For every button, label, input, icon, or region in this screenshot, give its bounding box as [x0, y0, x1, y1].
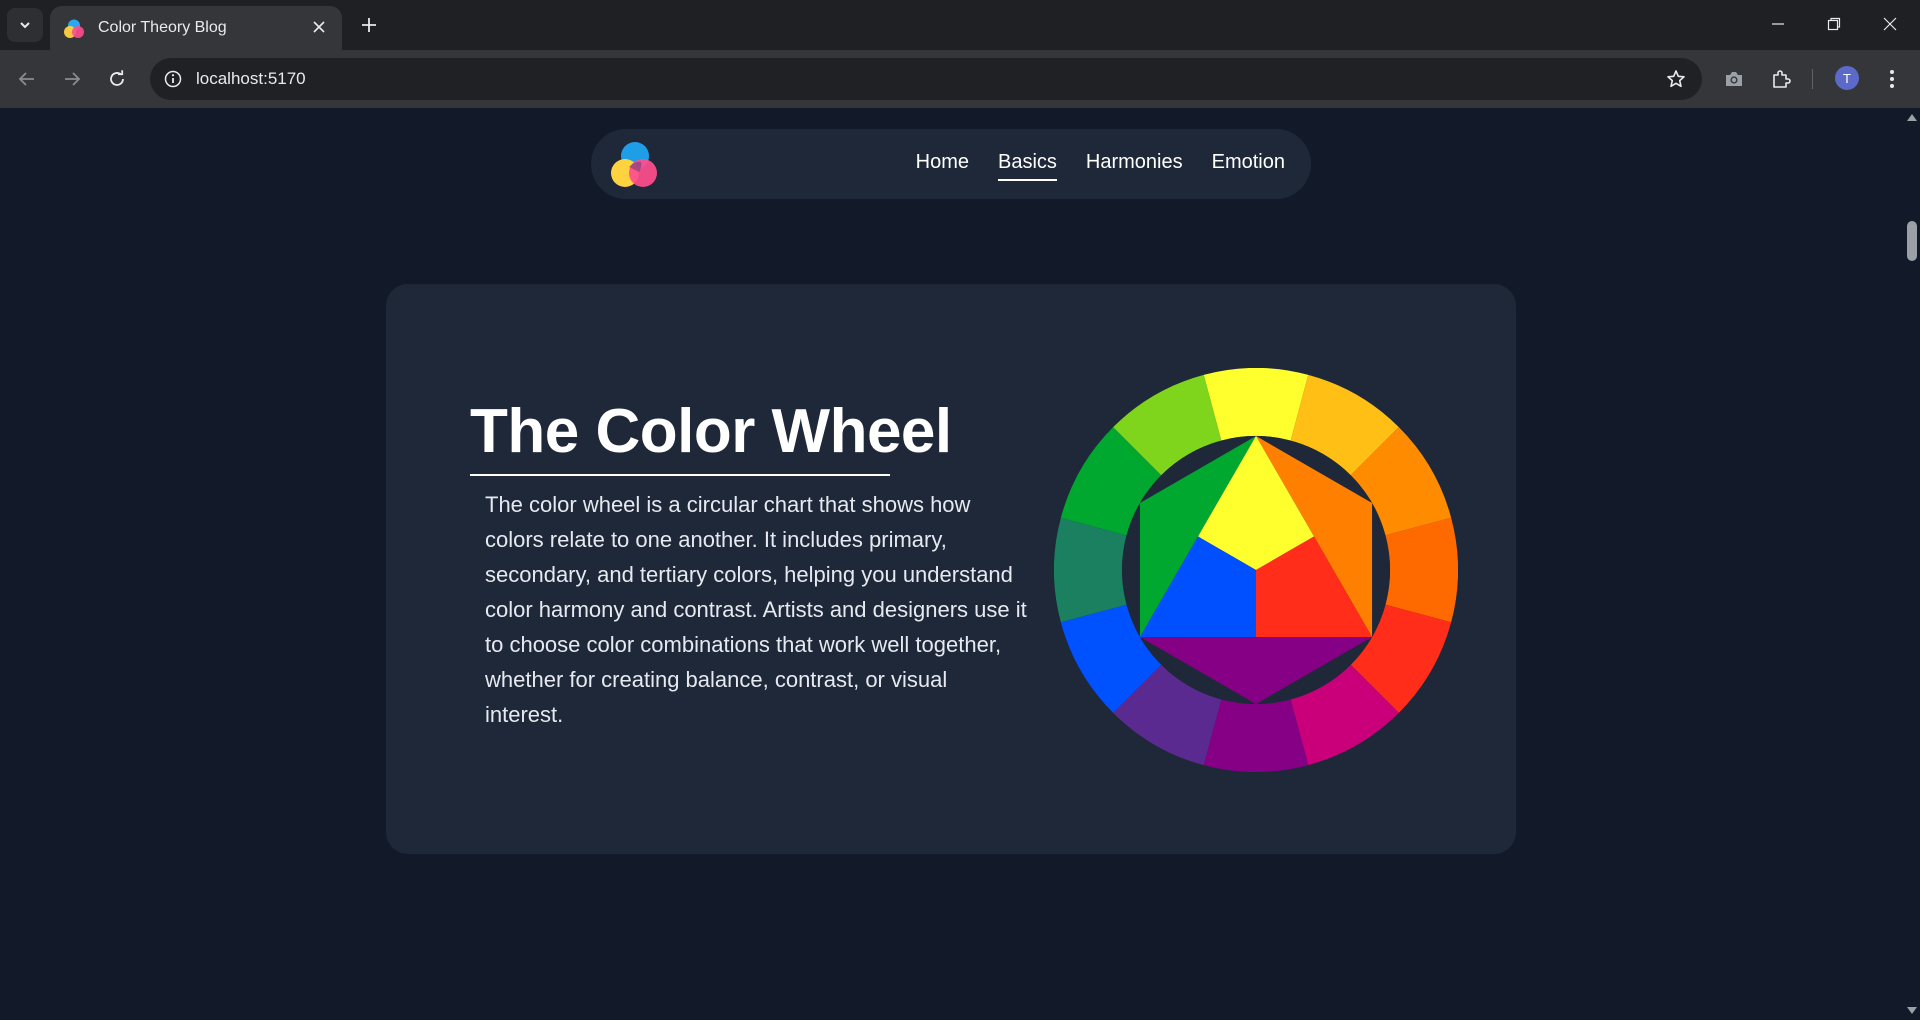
arrow-left-icon [18, 72, 34, 86]
title-underline [470, 474, 890, 476]
nav-emotion[interactable]: Emotion [1212, 151, 1285, 181]
intro-paragraph: The color wheel is a circular chart that… [485, 492, 1027, 727]
nav-home[interactable]: Home [916, 151, 969, 181]
tab-title: Color Theory Blog [98, 19, 227, 36]
chevron-down-icon [20, 22, 30, 29]
restore-button[interactable] [1806, 6, 1862, 42]
minimize-icon [1772, 23, 1784, 25]
arrow-right-icon [65, 72, 81, 86]
browser-toolbar: localhost:5170 [0, 50, 1920, 108]
close-window-button[interactable] [1862, 6, 1918, 42]
screenshot-camera-icon[interactable] [1720, 65, 1748, 93]
ring-segment [1385, 517, 1458, 623]
forward-button[interactable] [54, 61, 90, 97]
profile-avatar[interactable]: T [1835, 66, 1859, 90]
browser-tab[interactable]: Color Theory Blog [50, 6, 342, 50]
plus-icon [362, 18, 376, 32]
ring-segment [1203, 699, 1309, 772]
nav-harmonies[interactable]: Harmonies [1086, 151, 1183, 181]
browser-tab-strip: Color Theory Blog [0, 0, 1920, 50]
reload-icon [110, 70, 124, 86]
more-menu-icon[interactable] [1878, 65, 1906, 93]
reload-button[interactable] [99, 61, 135, 97]
address-bar[interactable]: localhost:5170 [150, 58, 1702, 100]
ring-segment [1203, 368, 1309, 441]
toolbar-divider [1812, 69, 1813, 89]
extensions-puzzle-icon[interactable] [1767, 65, 1795, 93]
color-wheel-card: The Color Wheel The color wheel is a cir… [386, 284, 1516, 854]
scroll-up-arrow-icon[interactable] [1907, 114, 1917, 121]
url-text[interactable]: localhost:5170 [196, 69, 306, 89]
tab-close-icon[interactable] [308, 16, 330, 38]
page-title: The Color Wheel [470, 397, 952, 466]
page-viewport: Home Basics Harmonies Emotion The Color … [0, 108, 1904, 1020]
new-tab-button[interactable] [354, 10, 384, 40]
color-circles-logo-icon[interactable] [609, 139, 663, 191]
close-icon [1883, 17, 1897, 31]
nav-basics[interactable]: Basics [998, 151, 1057, 181]
scrollbar-thumb[interactable] [1907, 221, 1917, 261]
page-scrollbar[interactable] [1904, 108, 1920, 1020]
ring-segment [1054, 517, 1127, 623]
back-button[interactable] [9, 61, 45, 97]
site-navbar: Home Basics Harmonies Emotion [591, 129, 1311, 199]
site-info-icon[interactable] [158, 64, 188, 94]
tab-search-button[interactable] [7, 8, 43, 42]
bookmark-star-icon[interactable] [1662, 65, 1690, 93]
scroll-down-arrow-icon[interactable] [1907, 1007, 1917, 1014]
site-favicon-icon [64, 19, 84, 38]
color-wheel-illustration [1054, 368, 1458, 772]
minimize-button[interactable] [1750, 6, 1806, 42]
nav-links: Home Basics Harmonies Emotion [916, 151, 1285, 181]
restore-icon [1827, 17, 1841, 31]
